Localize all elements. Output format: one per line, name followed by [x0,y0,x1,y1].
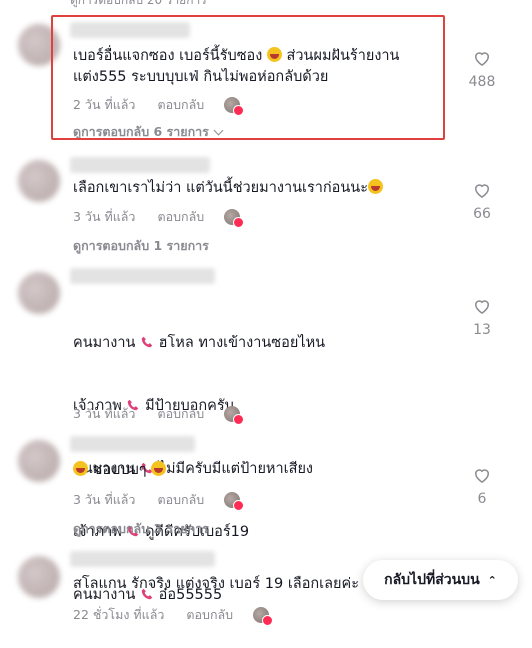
like-button[interactable]: 6 [462,465,502,507]
like-button[interactable]: 13 [462,296,502,338]
comment-time: 22 ชั่วโมง ที่แล้ว [73,607,165,622]
view-replies-button[interactable]: ดูการตอบกลับ 1 รายการ [73,236,209,256]
heart-icon [474,469,490,483]
username-blurred[interactable] [70,268,215,284]
view-replies-button[interactable]: ดูการตอบกลับ 3 รายการ [73,519,209,539]
comment-time: 3 วัน ที่แล้ว [73,209,136,224]
comment-text-part: ชอบบบๆ [92,462,147,478]
like-button[interactable]: 66 [462,180,502,222]
avatar[interactable] [18,440,60,482]
reply-button[interactable]: ตอบกลับ [157,207,204,227]
view-replies-label: ดูการตอบกลับ 3 รายการ [73,521,209,536]
comment-meta: 3 วัน ที่แล้ว ตอบกลับ [73,207,245,228]
heart-icon [474,184,490,198]
comment-meta: 22 ชั่วโมง ที่แล้ว ตอบกลับ [73,605,274,626]
laughing-emoji-icon [368,179,383,194]
double-chevron-up-icon: ⌃ [487,573,497,587]
back-to-top-label: กลับไปที่ส่วนบน [384,572,480,588]
laughing-emoji-icon [73,461,88,476]
highlight-box [51,15,445,140]
reply-button[interactable]: ตอบกลับ [157,490,204,510]
reply-button[interactable]: ตอบกลับ [186,605,233,625]
heart-icon [474,52,490,66]
creator-liked-avatar [224,209,245,228]
comment-time: 3 วัน ที่แล้ว [73,406,136,421]
like-button[interactable]: 488 [462,48,502,90]
laughing-emoji-icon [151,461,167,476]
like-count: 488 [468,74,496,90]
comment-meta: 3 วัน ที่แล้ว ตอบกลับ [73,490,245,511]
comment-text: เลือกเขาเราไม่ว่า แต่วันนี้ช่วยมางานเราก… [73,178,423,199]
previous-replies-link[interactable]: ดูการตอบกลับ 20 รายการ [70,0,207,10]
avatar[interactable] [18,272,60,314]
reply-button[interactable]: ตอบกลับ [157,404,204,424]
avatar[interactable] [18,556,60,598]
speaker-label: คนมางาน [73,335,141,351]
heart-badge-icon [233,217,245,228]
like-count: 66 [473,206,491,222]
phone-icon [141,336,153,348]
comment-time: 3 วัน ที่แล้ว [73,492,136,507]
creator-liked-avatar [253,607,274,626]
comment-meta: 3 วัน ที่แล้ว ตอบกลับ [73,404,245,425]
creator-liked-avatar [224,406,245,425]
view-replies-label: ดูการตอบกลับ 1 รายการ [73,238,209,253]
username-blurred[interactable] [70,157,210,173]
line-text: ฮโหล ทางเข้างานซอยไหน [154,335,326,351]
dialogue-line: คนมางาน ฮโหล ทางเข้างานซอยไหน [73,333,423,354]
back-to-top-button[interactable]: กลับไปที่ส่วนบน ⌃ [363,560,518,600]
like-count: 6 [477,491,487,507]
creator-liked-avatar [224,492,245,511]
username-blurred[interactable] [70,551,215,567]
heart-icon [474,300,490,314]
username-blurred[interactable] [70,436,195,452]
comment-text: ชอบบบๆ [73,460,423,481]
like-count: 13 [473,322,491,338]
avatar[interactable] [18,160,60,202]
comment-text-part: เลือกเขาเราไม่ว่า แต่วันนี้ช่วยมางานเราก… [73,180,368,196]
